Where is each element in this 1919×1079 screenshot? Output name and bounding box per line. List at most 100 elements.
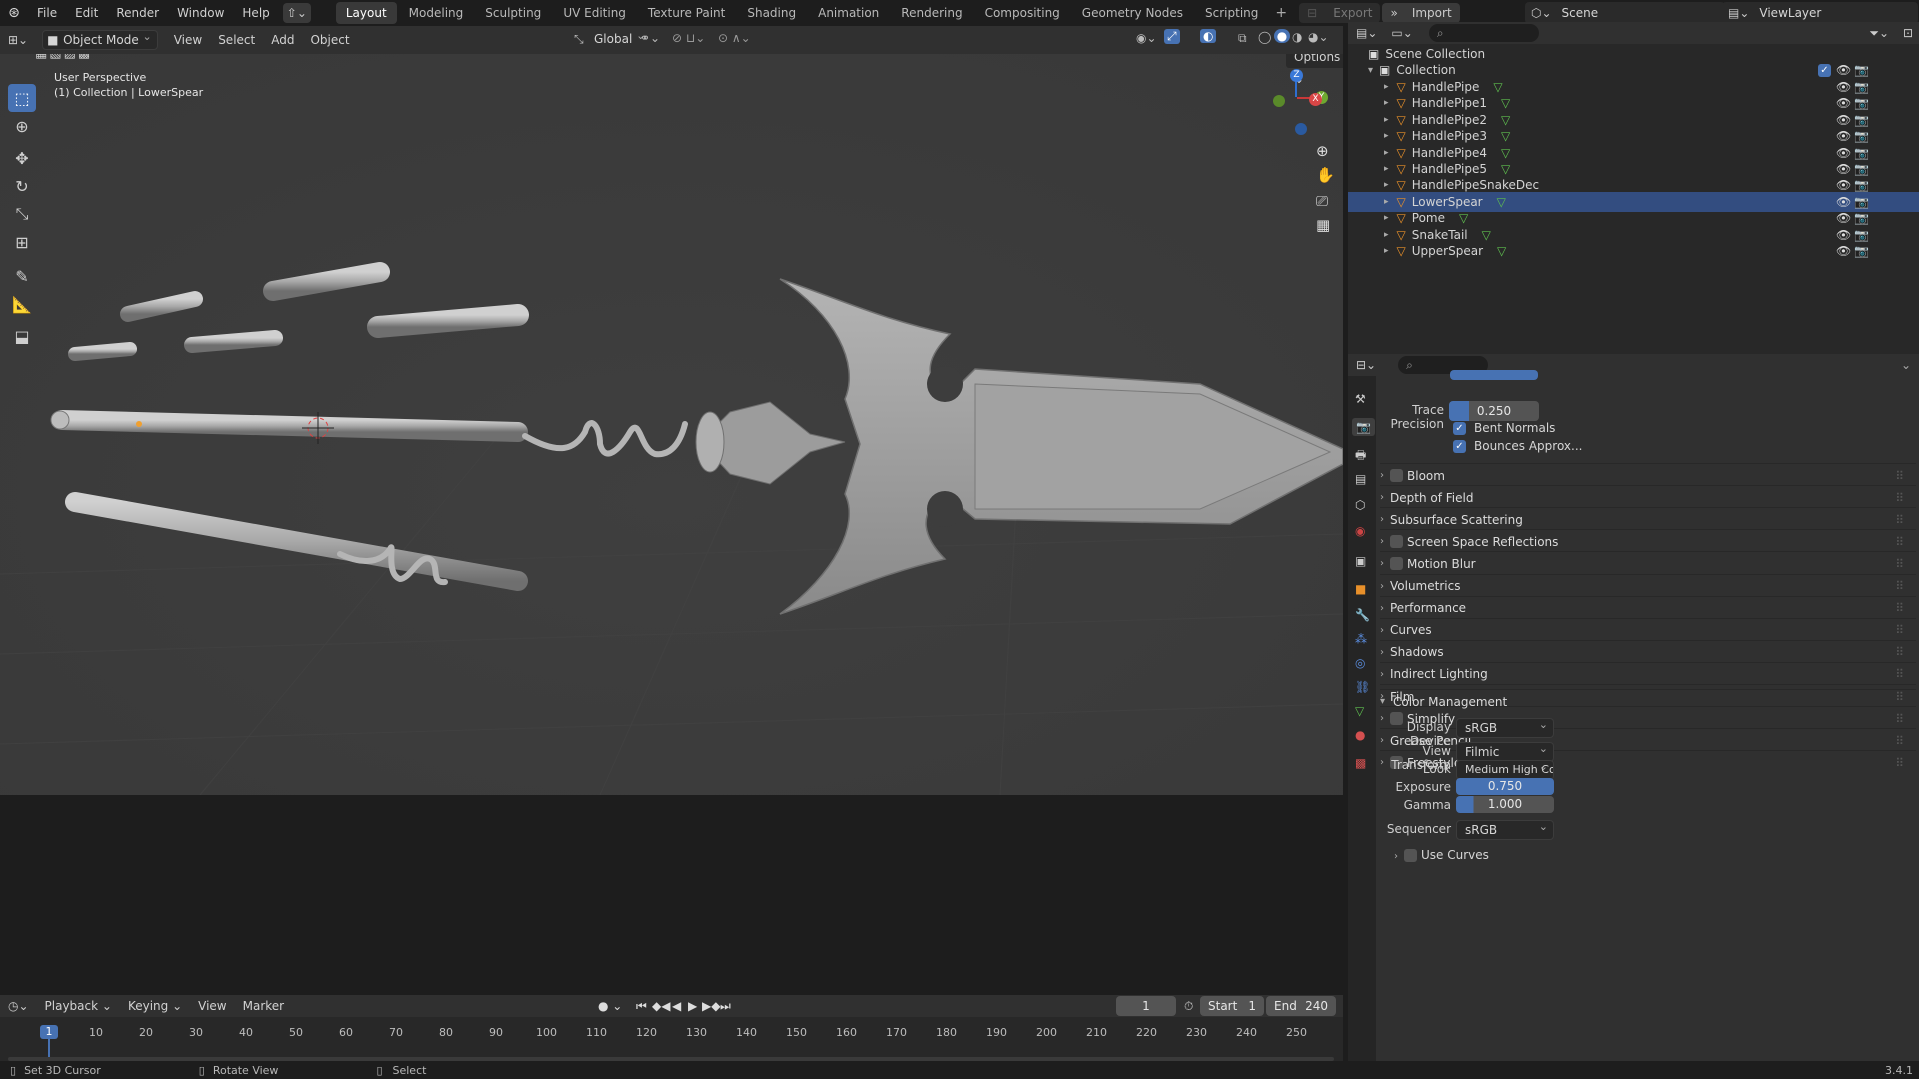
- pivot-icon[interactable]: ⚭⌄: [640, 31, 660, 45]
- visibility-eye-icon[interactable]: 👁: [1836, 195, 1851, 209]
- visibility-eye-icon[interactable]: 👁: [1836, 146, 1851, 160]
- render-camera-icon[interactable]: 📷: [1854, 80, 1869, 94]
- scene-selector[interactable]: ⬡⌄ Scene: [1525, 2, 1725, 24]
- ortho-grid-icon[interactable]: ▦: [1316, 216, 1330, 234]
- start-frame-field[interactable]: Start 1: [1200, 996, 1264, 1016]
- drag-handle-icon[interactable]: ⠿: [1895, 513, 1904, 527]
- cursor-tool[interactable]: ⊕: [8, 112, 36, 140]
- panel-enable-checkbox[interactable]: [1390, 535, 1403, 549]
- zoom-icon[interactable]: ⊕: [1316, 142, 1329, 160]
- gizmo-z-axis[interactable]: Z: [1290, 69, 1303, 82]
- shading-material-icon[interactable]: ◑: [1292, 30, 1302, 44]
- properties-options-icon[interactable]: ⌄: [1901, 358, 1911, 372]
- drag-handle-icon[interactable]: ⠿: [1895, 667, 1904, 681]
- render-camera-icon[interactable]: 📷: [1854, 129, 1869, 143]
- expand-icon[interactable]: ▸: [1384, 98, 1389, 108]
- render-camera-icon[interactable]: 📷: [1854, 162, 1869, 176]
- scene-tab-icon[interactable]: ⬡: [1355, 498, 1365, 512]
- expand-icon[interactable]: ▸: [1384, 180, 1389, 190]
- menu-keying[interactable]: Keying ⌄: [120, 995, 190, 1017]
- mesh-data-icon[interactable]: ▽: [1459, 211, 1468, 225]
- stopwatch-icon[interactable]: ⏱: [1184, 999, 1193, 1014]
- particles-tab-icon[interactable]: ⁂: [1355, 632, 1367, 646]
- mesh-data-icon[interactable]: ▽: [1501, 113, 1510, 127]
- drag-handle-icon[interactable]: ⠿: [1895, 623, 1904, 637]
- drag-handle-icon[interactable]: ⠿: [1895, 491, 1904, 505]
- panel-volumetrics[interactable]: › Volumetrics ⠿: [1380, 573, 1916, 598]
- tab-texture-paint[interactable]: Texture Paint: [638, 2, 735, 24]
- camera-icon[interactable]: ⎚: [1316, 192, 1328, 210]
- render-camera-icon[interactable]: 📷: [1854, 195, 1869, 209]
- shading-solid-icon[interactable]: ●: [1274, 29, 1290, 43]
- mesh-data-icon[interactable]: ▽: [1501, 162, 1510, 176]
- upload-icon[interactable]: ⇧⌄: [282, 3, 311, 23]
- menu-timeline-view[interactable]: View: [190, 995, 234, 1017]
- mesh-data-icon[interactable]: ▽: [1482, 228, 1491, 242]
- visibility-eye-icon[interactable]: 👁: [1836, 244, 1851, 258]
- measure-tool[interactable]: 📐: [8, 290, 36, 318]
- exposure-field[interactable]: 0.750: [1456, 778, 1554, 795]
- gizmo-x-axis[interactable]: X: [1309, 93, 1322, 106]
- expand-icon[interactable]: ▸: [1384, 246, 1389, 256]
- expand-icon[interactable]: ▸: [1384, 213, 1389, 223]
- expand-icon[interactable]: ▸: [1384, 115, 1389, 125]
- expand-icon[interactable]: ▸: [1384, 164, 1389, 174]
- menu-file[interactable]: File: [28, 0, 66, 26]
- selection-mode-icons[interactable]: ▦▧▨▩: [35, 54, 92, 61]
- snap-icon[interactable]: ⊘ ⊔⌄: [672, 31, 705, 45]
- move-tool[interactable]: ✥: [8, 144, 36, 172]
- trace-precision-field[interactable]: 0.250: [1449, 401, 1539, 421]
- next-keyframe-icon[interactable]: ▶◆: [702, 999, 720, 1013]
- panel-screen-space-reflections[interactable]: › Screen Space Reflections ⠿: [1380, 529, 1916, 553]
- modifier-tab-icon[interactable]: 🔧: [1355, 608, 1370, 622]
- render-camera-icon[interactable]: 📷: [1854, 113, 1869, 127]
- expand-icon[interactable]: ▸: [1384, 148, 1389, 158]
- display-device-dropdown[interactable]: sRGB: [1456, 716, 1554, 738]
- play-reverse-icon[interactable]: ◀: [672, 999, 681, 1013]
- panel-depth-of-field[interactable]: › Depth of Field ⠿: [1380, 485, 1916, 509]
- drag-handle-icon[interactable]: ⠿: [1895, 645, 1904, 659]
- visibility-eye-icon[interactable]: 👁: [1836, 211, 1851, 225]
- drag-handle-icon[interactable]: ⠿: [1895, 712, 1904, 726]
- proportional-edit-icon[interactable]: ⊙ ∧⌄: [718, 31, 751, 45]
- tab-shading[interactable]: Shading: [737, 2, 806, 24]
- transform-orientation-dropdown[interactable]: ⤡ Global: [572, 27, 650, 50]
- tab-sculpting[interactable]: Sculpting: [475, 2, 551, 24]
- outliner-editor-icon[interactable]: ▤⌄: [1348, 26, 1385, 40]
- timeline[interactable]: 1102030405060708090100110120130140150160…: [0, 1017, 1343, 1061]
- visibility-icon[interactable]: ◉⌄: [1136, 31, 1157, 45]
- drag-handle-icon[interactable]: ⠿: [1895, 734, 1904, 748]
- use-curves-panel[interactable]: › Use Curves: [1394, 848, 1489, 862]
- constraints-tab-icon[interactable]: ⛓: [1355, 680, 1370, 694]
- add-workspace-icon[interactable]: +: [1269, 5, 1293, 21]
- data-tab-icon[interactable]: ▽: [1355, 704, 1364, 718]
- new-collection-icon[interactable]: ⊡: [1903, 26, 1913, 40]
- timeline-editor-icon[interactable]: ◷⌄: [0, 999, 37, 1013]
- tab-compositing[interactable]: Compositing: [975, 2, 1070, 24]
- outliner-item[interactable]: ▸ ▽ UpperSpear ▽ 👁 📷: [1348, 241, 1919, 261]
- expand-icon[interactable]: ▸: [1384, 82, 1389, 92]
- navigation-gizmo[interactable]: Z Y X: [1265, 69, 1335, 139]
- factor-field[interactable]: [1450, 370, 1538, 380]
- drag-handle-icon[interactable]: ⠿: [1895, 756, 1904, 770]
- menu-playback[interactable]: Playback ⌄: [37, 995, 120, 1017]
- menu-render[interactable]: Render: [107, 0, 168, 26]
- select-box-tool[interactable]: ⬚: [8, 84, 36, 112]
- overlay-icon[interactable]: ◐: [1200, 29, 1217, 43]
- tool-tab-icon[interactable]: ⚒: [1355, 392, 1366, 406]
- 3d-viewport[interactable]: User Perspective (1) Collection | LowerS…: [0, 54, 1343, 795]
- drag-handle-icon[interactable]: ⠿: [1895, 601, 1904, 615]
- sequencer-dropdown[interactable]: sRGB: [1456, 818, 1554, 840]
- add-cube-tool[interactable]: ⬓: [8, 322, 36, 350]
- render-camera-icon[interactable]: 📷: [1854, 63, 1869, 77]
- import-button[interactable]: » Import: [1382, 3, 1460, 23]
- visibility-eye-icon[interactable]: 👁: [1836, 129, 1851, 143]
- view-layer-selector[interactable]: ▤⌄ ViewLayer: [1722, 2, 1918, 24]
- play-icon[interactable]: ▶: [688, 999, 697, 1013]
- tab-animation[interactable]: Animation: [808, 2, 889, 24]
- shading-rendered-icon[interactable]: ◕⌄: [1308, 30, 1329, 44]
- render-camera-icon[interactable]: 📷: [1854, 228, 1869, 242]
- mesh-data-icon[interactable]: ▽: [1501, 96, 1510, 110]
- menu-view[interactable]: View: [166, 29, 210, 51]
- panel-bloom[interactable]: › Bloom ⠿: [1380, 463, 1916, 487]
